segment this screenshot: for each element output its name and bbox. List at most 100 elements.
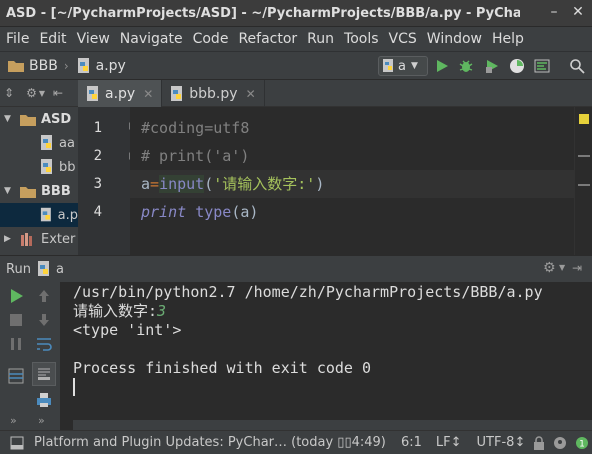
tree-item-bbb[interactable]: ▼ BBB (0, 179, 78, 203)
expand-all-icon[interactable]: ⇕ (4, 86, 14, 100)
run-toolbar: » » (0, 282, 60, 430)
line-number: 4 (93, 204, 102, 220)
status-message[interactable]: Platform and Plugin Updates: PyChar… (to… (34, 435, 396, 450)
menu-run[interactable]: Run (302, 27, 339, 51)
menu-window[interactable]: Window (422, 27, 487, 51)
layout-icon[interactable] (6, 366, 26, 386)
gear-icon[interactable]: ⚙ (543, 260, 556, 276)
soft-wrap-icon[interactable] (34, 334, 54, 354)
menu-code[interactable]: Code (188, 27, 234, 51)
collapsed-arrow-icon[interactable]: ▶ (4, 234, 14, 244)
code-editor[interactable]: #coding=utf8 # print('a') a=input('请输入数字… (130, 107, 574, 255)
console-user-input: 3 (157, 302, 167, 320)
debug-icon[interactable] (458, 58, 474, 74)
code-comment: #coding=utf8 (141, 119, 250, 137)
menu-refactor[interactable]: Refactor (233, 27, 302, 51)
arrow-down-icon[interactable] (34, 310, 54, 330)
event-log-icon[interactable]: 1 (575, 436, 589, 450)
editor-marker-bar[interactable] (574, 107, 592, 255)
run-icon[interactable] (434, 58, 450, 74)
line-separator[interactable]: LF↕ (436, 435, 462, 450)
tab-bbb-py[interactable]: bbb.py ✕ (162, 80, 265, 107)
close-icon[interactable]: ✕ (143, 87, 153, 101)
folder-icon (20, 186, 36, 198)
expanded-arrow-icon[interactable]: ▼ (4, 114, 14, 124)
menu-navigate[interactable]: Navigate (115, 27, 188, 51)
caret-position[interactable]: 6:1 (401, 435, 422, 450)
python-file-icon (383, 59, 393, 72)
run-coverage-icon[interactable] (484, 58, 500, 74)
run-config-name: a (55, 261, 64, 277)
more-icon[interactable]: » (38, 414, 45, 427)
code-paren: ( (204, 175, 214, 193)
hide-panel-icon[interactable]: ⇥ (572, 261, 582, 275)
close-icon[interactable]: ✕ (246, 87, 256, 101)
console-prompt: 请输入数字: (73, 302, 158, 320)
stop-icon[interactable] (6, 310, 26, 330)
scroll-to-end-icon (38, 368, 50, 380)
folder-icon (20, 114, 36, 126)
toggle-tool-windows-icon[interactable] (10, 436, 24, 450)
breadcrumb-project[interactable]: BBB › (8, 58, 69, 74)
console-line: <type 'int'> (73, 321, 182, 339)
pause-icon[interactable] (6, 334, 26, 354)
run-panel-label: Run (6, 261, 31, 277)
scroll-to-end-button[interactable] (32, 362, 56, 386)
gear-icon[interactable]: ⚙ (26, 86, 37, 100)
concurrency-icon[interactable] (534, 58, 550, 74)
breadcrumb-file-label: a.py (95, 57, 126, 74)
rerun-icon[interactable] (6, 286, 26, 306)
menu-file[interactable]: File (0, 27, 34, 51)
status-bar: Platform and Plugin Updates: PyChar… (to… (0, 430, 592, 454)
run-config-select[interactable]: a ▼ (378, 56, 428, 76)
tab-a-py[interactable]: a.py ✕ (78, 80, 163, 107)
code-line-2: # print('a') (130, 142, 574, 170)
tree-item-bb[interactable]: bb (0, 155, 78, 179)
file-encoding[interactable]: UTF-8↕ (477, 435, 526, 450)
arrow-up-icon[interactable] (34, 286, 54, 306)
menu-tools[interactable]: Tools (339, 27, 384, 51)
console-line: Process finished with exit code 0 (73, 359, 372, 377)
menu-help[interactable]: Help (487, 27, 529, 51)
search-icon[interactable] (569, 58, 585, 74)
breadcrumb-separator-icon: › (63, 58, 69, 73)
tree-item-aa[interactable]: aa (0, 131, 78, 155)
tree-item-label: BBB (41, 183, 71, 199)
menu-vcs[interactable]: VCS (384, 27, 422, 51)
editor-tabs: a.py ✕ bbb.py ✕ (78, 80, 592, 107)
tree-item-a-py[interactable]: a.p (0, 203, 78, 227)
warning-marker-icon[interactable] (579, 114, 589, 124)
python-file-icon (171, 85, 183, 101)
minimize-button[interactable]: – (546, 3, 562, 21)
chevron-down-icon[interactable]: ▼ (39, 89, 45, 98)
python-file-icon (37, 261, 49, 276)
console-line: 请输入数字:3 (73, 301, 166, 321)
code-paren: ) (315, 175, 325, 193)
library-icon (21, 233, 32, 246)
more-icon[interactable]: » (10, 414, 17, 427)
close-button[interactable]: ✕ (570, 3, 586, 21)
collapse-icon[interactable]: ⇤ (53, 86, 63, 100)
tree-item-label: aa (59, 135, 75, 151)
console-horizontal-scrollbar[interactable] (73, 420, 592, 430)
breadcrumb-file[interactable]: a.py (77, 57, 126, 74)
project-panel-header: ⇕ ⚙ ▼ ⇤ (0, 80, 78, 107)
python-file-icon (77, 57, 89, 73)
run-panel-header: Run a ⚙ ▼ ⇥ (0, 255, 592, 282)
expanded-arrow-icon[interactable]: ▼ (4, 186, 14, 196)
run-console[interactable]: /usr/bin/python2.7 /home/zh/PycharmProje… (60, 282, 592, 420)
tree-item-external-libraries[interactable]: ▶ Exter (0, 227, 78, 251)
profile-icon[interactable] (509, 58, 525, 74)
print-icon[interactable] (34, 390, 54, 410)
code-line-1: #coding=utf8 (130, 114, 574, 142)
line-number: 1 (93, 120, 102, 136)
tab-label: bbb.py (189, 85, 238, 102)
menu-view[interactable]: View (72, 27, 115, 51)
svg-text:1: 1 (579, 439, 585, 449)
project-tree: ▼ ASD aa bb ▼ BBB a.p ▶ Exter (0, 107, 78, 255)
tree-item-asd[interactable]: ▼ ASD (0, 107, 78, 131)
chevron-down-icon[interactable]: ▼ (559, 263, 565, 272)
menu-edit[interactable]: Edit (34, 27, 71, 51)
inspector-icon[interactable] (553, 436, 567, 450)
lock-icon[interactable] (533, 435, 545, 450)
